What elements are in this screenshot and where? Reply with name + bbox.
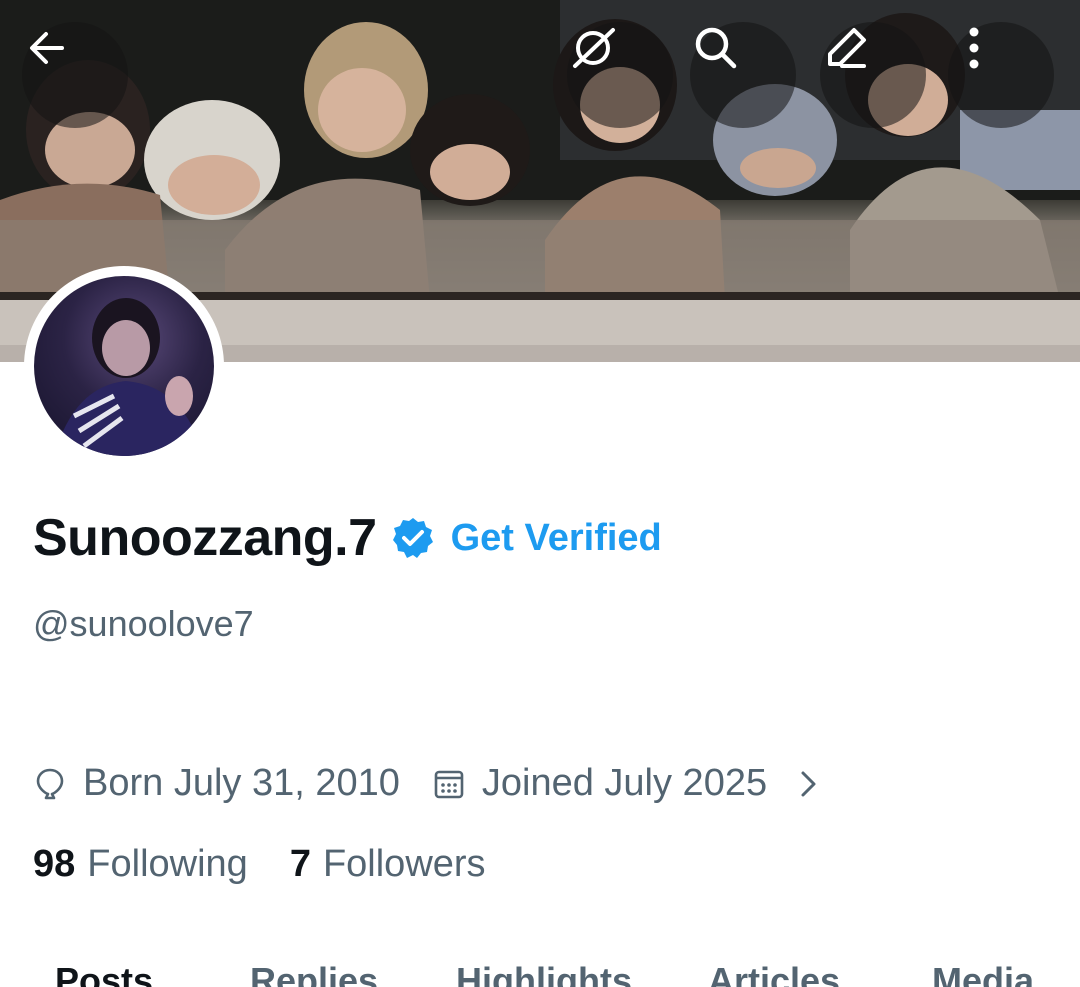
edit-pencil-icon [828,28,866,68]
followers-link[interactable]: 7 Followers [290,843,486,886]
following-label: Following [87,843,248,885]
followers-count: 7 [289,843,311,885]
tab-articles[interactable]: Articles [708,960,840,987]
chevron-right-icon [801,771,816,796]
balloon-icon [36,768,64,799]
display-name: Sunoozzang.7 [33,509,377,567]
follow-stats-row: 98 Following 7 Followers [33,843,486,886]
birth-date: Born July 31, 2010 [33,762,400,805]
profile-tabs: Posts Replies Highlights Articles Media [0,960,1080,987]
birth-date-text: Born July 31, 2010 [83,762,400,804]
back-arrow-icon [30,32,64,64]
search-icon [695,27,737,69]
tab-highlights[interactable]: Highlights [456,960,632,987]
more-vertical-icon [969,27,979,69]
profile-name-row: Sunoozzang.7 Get Verified [33,508,662,568]
calendar-icon [434,770,464,798]
followers-label: Followers [322,843,486,885]
more-options-button[interactable] [948,22,1054,128]
back-button[interactable] [22,22,128,128]
tab-posts[interactable]: Posts [55,960,153,987]
following-link[interactable]: 98 Following [33,843,248,886]
joined-date-text: Joined July 2025 [481,762,768,804]
search-button[interactable] [690,22,796,128]
profile-avatar[interactable] [24,266,224,466]
get-verified-link[interactable]: Get Verified [451,517,662,560]
avatar-photo [34,276,214,456]
tab-replies[interactable]: Replies [250,960,378,987]
joined-date[interactable]: Joined July 2025 [432,762,825,805]
edit-profile-button[interactable] [820,22,926,128]
profile-meta-row: Born July 31, 2010 Joined July 2025 [33,762,825,805]
verified-badge-icon[interactable] [391,516,435,560]
following-count: 98 [33,843,76,885]
tab-media[interactable]: Media [932,960,1034,987]
grok-button[interactable] [567,22,673,128]
grok-icon [573,28,615,68]
user-handle: @sunoolove7 [33,603,254,644]
